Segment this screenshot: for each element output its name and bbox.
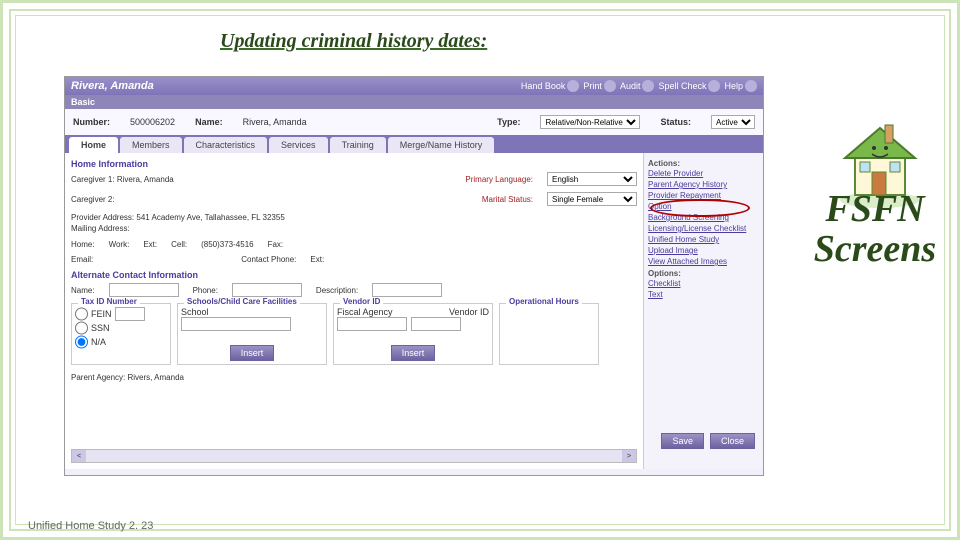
fiscal-input[interactable] bbox=[337, 317, 407, 331]
status-label: Status: bbox=[660, 117, 691, 127]
ophours-title: Operational Hours bbox=[506, 297, 582, 306]
tb-audit[interactable]: Audit bbox=[620, 80, 655, 92]
tab-services[interactable]: Services bbox=[269, 137, 328, 153]
link-text[interactable]: Text bbox=[648, 289, 759, 300]
fein-input[interactable] bbox=[115, 307, 145, 321]
spell-icon bbox=[708, 80, 720, 92]
link-licensing-checklist[interactable]: Licensing/License Checklist bbox=[648, 223, 759, 234]
tab-bar: Home Members Characteristics Services Tr… bbox=[65, 135, 763, 153]
taxid-box: Tax ID Number FEIN SSN N/A bbox=[71, 303, 171, 365]
tab-members[interactable]: Members bbox=[120, 137, 182, 153]
vendorid-input[interactable] bbox=[411, 317, 461, 331]
primlang-select[interactable]: English bbox=[547, 172, 637, 186]
altdesc-input[interactable] bbox=[372, 283, 442, 297]
insert-vendor-button[interactable]: Insert bbox=[391, 345, 436, 361]
options-header: Options: bbox=[648, 267, 759, 278]
parent-value: Rivers, Amanda bbox=[128, 373, 184, 382]
altphone-label: Phone: bbox=[193, 286, 218, 295]
tab-training[interactable]: Training bbox=[330, 137, 386, 153]
parent-label: Parent Agency: bbox=[71, 373, 125, 382]
number-label: Number: bbox=[73, 117, 110, 127]
toolbar: Hand Book Print Audit Spell Check Help bbox=[521, 80, 757, 92]
ext2-label: Ext: bbox=[310, 255, 324, 264]
status-select[interactable]: Active bbox=[711, 115, 755, 129]
link-upload-image[interactable]: Upload Image bbox=[648, 245, 759, 256]
work-phone-label: Work: bbox=[109, 240, 130, 249]
app-name: Rivera, Amanda bbox=[71, 80, 154, 92]
type-label: Type: bbox=[497, 117, 520, 127]
provaddr-label: Provider Address: bbox=[71, 213, 134, 222]
fein-radio[interactable] bbox=[75, 307, 88, 321]
basic-row: Number: 500006202 Name: Rivera, Amanda T… bbox=[65, 109, 763, 135]
home-phone-label: Home: bbox=[71, 240, 95, 249]
caregiver1-value: Rivera, Amanda bbox=[117, 175, 174, 184]
link-delete-provider[interactable]: Delete Provider bbox=[648, 168, 759, 179]
na-radio[interactable] bbox=[75, 335, 88, 349]
tb-help[interactable]: Help bbox=[724, 80, 757, 92]
link-parent-history[interactable]: Parent Agency History bbox=[648, 179, 759, 190]
link-checklist[interactable]: Checklist bbox=[648, 278, 759, 289]
schools-title: Schools/Child Care Facilities bbox=[184, 297, 300, 306]
highlight-circle bbox=[650, 199, 750, 217]
book-icon bbox=[567, 80, 579, 92]
vendor-title: Vendor ID bbox=[340, 297, 383, 306]
name-label: Name: bbox=[195, 117, 223, 127]
primlang-label: Primary Language: bbox=[465, 175, 533, 184]
print-icon bbox=[604, 80, 616, 92]
type-select[interactable]: Relative/Non-Relative bbox=[540, 115, 640, 129]
scroll-right-icon[interactable]: > bbox=[622, 450, 636, 462]
basic-header: Basic bbox=[65, 95, 763, 109]
side-label: FSFN Screens bbox=[790, 190, 960, 270]
insert-school-button[interactable]: Insert bbox=[230, 345, 275, 361]
school-input[interactable] bbox=[181, 317, 291, 331]
tb-spell[interactable]: Spell Check bbox=[658, 80, 720, 92]
tb-print[interactable]: Print bbox=[583, 80, 616, 92]
number-value: 500006202 bbox=[130, 117, 175, 127]
ext1-label: Ext: bbox=[143, 240, 157, 249]
footer-buttons: Save Close bbox=[661, 433, 755, 449]
provaddr-value: 541 Academy Ave, Tallahassee, FL 32355 bbox=[136, 213, 284, 222]
audit-icon bbox=[642, 80, 654, 92]
caregiver2-label: Caregiver 2: bbox=[71, 195, 115, 204]
app-titlebar: Rivera, Amanda Hand Book Print Audit Spe… bbox=[65, 77, 763, 95]
slide-title: Updating criminal history dates: bbox=[220, 30, 487, 53]
cell-label: Cell: bbox=[171, 240, 187, 249]
link-unified-home-study[interactable]: Unified Home Study bbox=[648, 234, 759, 245]
main-panel: Home Information Caregiver 1: Rivera, Am… bbox=[65, 153, 643, 469]
vendor-box: Vendor ID Fiscal AgencyVendor ID Insert bbox=[333, 303, 493, 365]
altdesc-label: Description: bbox=[316, 286, 358, 295]
save-button[interactable]: Save bbox=[661, 433, 704, 449]
h-scrollbar[interactable]: < > bbox=[71, 449, 637, 463]
tab-home[interactable]: Home bbox=[69, 137, 118, 153]
tb-handbook[interactable]: Hand Book bbox=[521, 80, 580, 92]
altname-input[interactable] bbox=[109, 283, 179, 297]
slide-footer: Unified Home Study 2. 23 bbox=[28, 520, 153, 532]
altname-label: Name: bbox=[71, 286, 95, 295]
ssn-radio[interactable] bbox=[75, 321, 88, 335]
marital-select[interactable]: Single Female bbox=[547, 192, 637, 206]
app-screenshot: Rivera, Amanda Hand Book Print Audit Spe… bbox=[64, 76, 764, 476]
email-label: Email: bbox=[71, 255, 93, 264]
cell-value: (850)373-4516 bbox=[201, 240, 253, 249]
home-info-header: Home Information bbox=[71, 159, 637, 169]
altphone-input[interactable] bbox=[232, 283, 302, 297]
close-button[interactable]: Close bbox=[710, 433, 755, 449]
help-icon bbox=[745, 80, 757, 92]
tab-merge[interactable]: Merge/Name History bbox=[388, 137, 495, 153]
actions-header: Actions: bbox=[648, 157, 759, 168]
ophours-box: Operational Hours bbox=[499, 303, 599, 365]
fax-label: Fax: bbox=[268, 240, 284, 249]
link-view-images[interactable]: View Attached Images bbox=[648, 256, 759, 267]
marital-label: Marital Status: bbox=[482, 195, 533, 204]
scroll-left-icon[interactable]: < bbox=[72, 450, 86, 462]
mailaddr-label: Mailing Address: bbox=[71, 223, 637, 234]
tab-characteristics[interactable]: Characteristics bbox=[184, 137, 268, 153]
caregiver1-label: Caregiver 1: bbox=[71, 175, 115, 184]
name-value: Rivera, Amanda bbox=[243, 117, 307, 127]
alt-contact-header: Alternate Contact Information bbox=[71, 270, 637, 280]
sidebar: Actions: Delete Provider Parent Agency H… bbox=[643, 153, 763, 469]
cphone-label: Contact Phone: bbox=[241, 255, 296, 264]
schools-box: Schools/Child Care Facilities School Ins… bbox=[177, 303, 327, 365]
taxid-title: Tax ID Number bbox=[78, 297, 140, 306]
